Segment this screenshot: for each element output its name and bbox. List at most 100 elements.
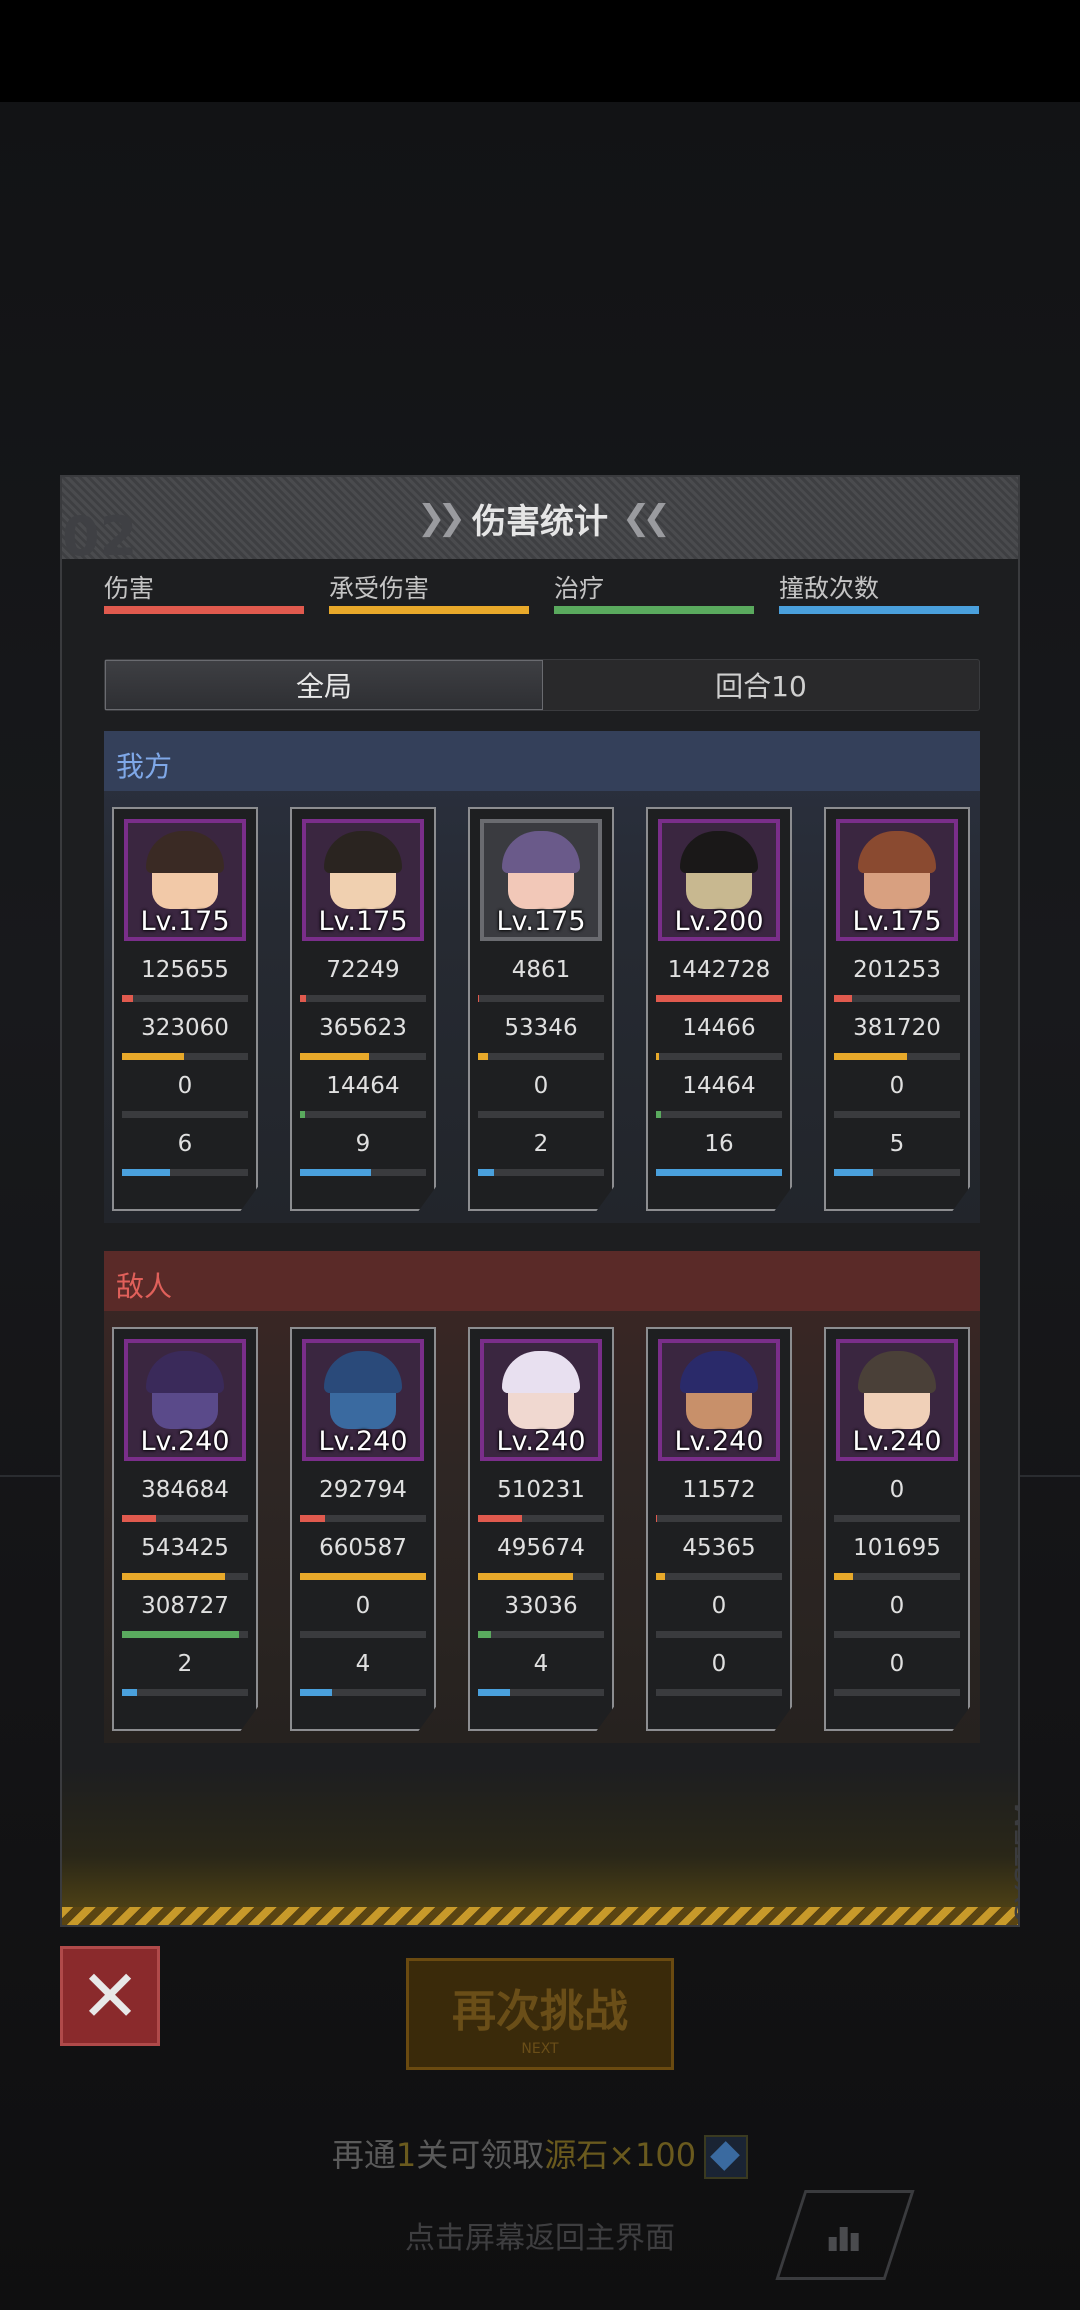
panel-title: 伤害统计 — [472, 501, 608, 542]
hits-bar — [300, 1689, 426, 1696]
unit-portrait: Lv.240 — [836, 1339, 958, 1461]
portrait-hair — [680, 1351, 758, 1393]
system-watermark: SYSTEM — [1010, 1802, 1020, 1922]
damage-value: 11572 — [682, 1477, 756, 1503]
damage-taken-bar-fill — [478, 1573, 573, 1580]
healing-bar — [656, 1111, 782, 1118]
damage-value: 1442728 — [667, 957, 771, 983]
portrait-hair — [146, 831, 224, 873]
healing-value: 0 — [177, 1073, 193, 1099]
unit-portrait: Lv.175 — [836, 819, 958, 941]
damage-taken-value: 101695 — [853, 1535, 941, 1561]
damage-taken-value: 53346 — [504, 1015, 578, 1041]
healing-value: 0 — [711, 1593, 727, 1619]
unit-card[interactable]: Lv.200 1442728 14466 14464 16 — [646, 807, 792, 1211]
unit-card[interactable]: Lv.240 0 101695 0 0 — [824, 1327, 970, 1731]
legend-swatch — [554, 606, 754, 614]
damage-bar-fill — [478, 995, 479, 1002]
damage-taken-value: 45365 — [682, 1535, 756, 1561]
unit-level: Lv.240 — [318, 1426, 408, 1457]
damage-value: 201253 — [853, 957, 941, 983]
unit-level: Lv.240 — [496, 1426, 586, 1457]
portrait-hair — [502, 831, 580, 873]
damage-taken-bar-fill — [656, 1053, 659, 1060]
unit-card[interactable]: Lv.175 4861 53346 0 2 — [468, 807, 614, 1211]
damage-taken-bar — [300, 1053, 426, 1060]
healing-value: 14464 — [682, 1073, 756, 1099]
unit-level: Lv.200 — [674, 906, 764, 937]
hazard-stripe — [62, 1907, 1018, 1925]
portrait-hair — [502, 1351, 580, 1393]
damage-taken-bar — [122, 1053, 248, 1060]
legend-damage-taken: 承受伤害 — [329, 569, 529, 619]
damage-taken-bar — [834, 1053, 960, 1060]
healing-bar — [122, 1631, 248, 1638]
damage-bar — [656, 1515, 782, 1522]
damage-taken-bar — [478, 1573, 604, 1580]
unit-portrait: Lv.240 — [480, 1339, 602, 1461]
legend-swatch — [329, 606, 529, 614]
unit-level: Lv.175 — [496, 906, 586, 937]
hits-bar — [300, 1169, 426, 1176]
legend-label: 伤害 — [104, 574, 155, 603]
hits-value: 16 — [704, 1131, 734, 1157]
unit-card[interactable]: Lv.240 384684 543425 308727 2 — [112, 1327, 258, 1731]
reward-item: 源石×100 — [544, 2136, 697, 2174]
hits-value: 5 — [889, 1131, 905, 1157]
damage-taken-bar-fill — [122, 1053, 184, 1060]
hits-bar-fill — [122, 1169, 170, 1176]
damage-taken-bar — [656, 1573, 782, 1580]
healing-bar-fill — [300, 1111, 306, 1118]
hits-bar — [834, 1689, 960, 1696]
healing-bar — [478, 1111, 604, 1118]
retry-sublabel: NEXT — [521, 2041, 559, 2057]
unit-portrait: Lv.175 — [124, 819, 246, 941]
damage-value: 72249 — [326, 957, 400, 983]
unit-card[interactable]: Lv.240 292794 660587 0 4 — [290, 1327, 436, 1731]
portrait-hair — [324, 831, 402, 873]
unit-card[interactable]: Lv.175 201253 381720 0 5 — [824, 807, 970, 1211]
damage-value: 0 — [889, 1477, 905, 1503]
unit-card[interactable]: Lv.240 11572 45365 0 0 — [646, 1327, 792, 1731]
ally-section: 我方 Lv.175 125655 323060 0 6 Lv.175 72249 365623… — [104, 731, 980, 1223]
unit-level: Lv.240 — [852, 1426, 942, 1457]
damage-taken-value: 543425 — [141, 1535, 229, 1561]
unit-card[interactable]: Lv.175 72249 365623 14464 9 — [290, 807, 436, 1211]
damage-taken-value: 495674 — [497, 1535, 585, 1561]
bar-chart-icon — [828, 2221, 861, 2251]
hits-bar-fill — [122, 1689, 138, 1696]
unit-level: Lv.175 — [140, 906, 230, 937]
damage-bar — [834, 1515, 960, 1522]
damage-bar-fill — [122, 1515, 157, 1522]
unit-card[interactable]: Lv.175 125655 323060 0 6 — [112, 807, 258, 1211]
retry-button[interactable]: 再次挑战 NEXT — [406, 1958, 674, 2070]
unit-portrait: Lv.175 — [302, 819, 424, 941]
damage-bar — [478, 1515, 604, 1522]
healing-value: 0 — [355, 1593, 371, 1619]
unit-portrait: Lv.240 — [658, 1339, 780, 1461]
damage-value: 510231 — [497, 1477, 585, 1503]
damage-bar-fill — [122, 995, 134, 1002]
unit-level: Lv.240 — [674, 1426, 764, 1457]
close-button[interactable]: ✕ — [60, 1946, 160, 2046]
originium-icon — [704, 2135, 749, 2179]
legend-label: 治疗 — [554, 574, 605, 603]
legend-label: 承受伤害 — [329, 574, 430, 603]
damage-value: 4861 — [511, 957, 571, 983]
hits-value: 0 — [889, 1651, 905, 1677]
unit-level: Lv.175 — [852, 906, 942, 937]
legend-hits: 撞敌次数 — [779, 569, 979, 619]
tab-overall[interactable]: 全局 — [105, 660, 543, 710]
tab-round-10[interactable]: 回合10 — [543, 660, 979, 710]
unit-portrait: Lv.175 — [480, 819, 602, 941]
portrait-hair — [858, 831, 936, 873]
return-hint[interactable]: 点击屏幕返回主界面 — [0, 2213, 1080, 2257]
hits-value: 2 — [533, 1131, 549, 1157]
portrait-hair — [680, 831, 758, 873]
damage-taken-value: 365623 — [319, 1015, 407, 1041]
unit-card[interactable]: Lv.240 510231 495674 33036 4 — [468, 1327, 614, 1731]
portrait-hair — [324, 1351, 402, 1393]
legend-damage: 伤害 — [104, 569, 304, 619]
enemy-section-title: 敌人 — [116, 1270, 173, 1303]
damage-taken-bar-fill — [834, 1573, 853, 1580]
